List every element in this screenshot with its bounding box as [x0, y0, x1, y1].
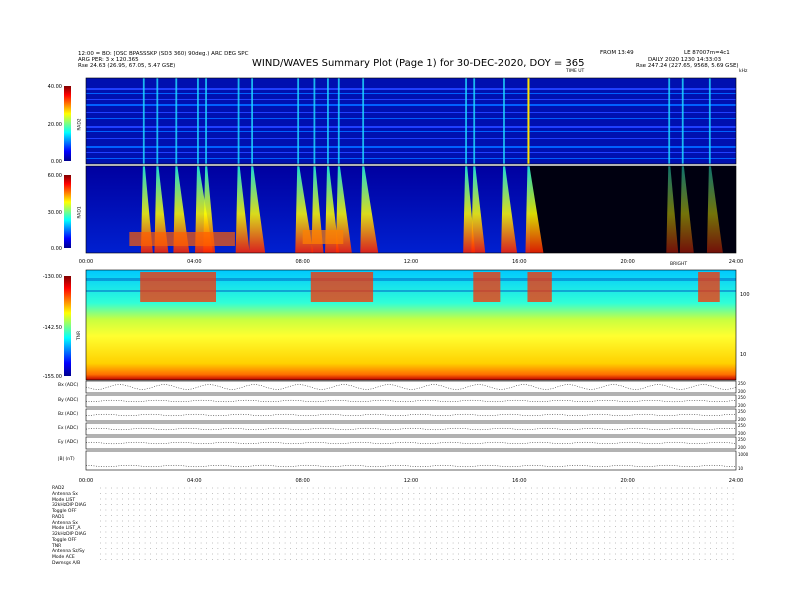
rad2-burst-line	[251, 78, 254, 164]
tnr-burst	[140, 272, 216, 302]
rad2-band	[86, 93, 736, 94]
rad2-band	[86, 152, 736, 153]
time-tick-label: 20:00	[620, 259, 634, 265]
rad1-lowfreq-region	[302, 230, 344, 244]
time-tick-label: 04:00	[187, 259, 201, 265]
rad1-lowfreq-region	[129, 232, 235, 246]
rad2-burst-line	[297, 78, 300, 164]
rad2-band	[86, 131, 736, 132]
waveform-right-tick: 200	[738, 389, 746, 394]
waveform-right-tick: 1000	[738, 452, 749, 457]
time-tick-label: 08:00	[295, 259, 309, 265]
rad2-burst-line	[668, 78, 671, 164]
colorbar-tick-label: 20.00	[48, 122, 62, 128]
tnr-burst	[698, 272, 720, 302]
rad2-band	[86, 112, 736, 113]
waveform-panels	[85, 380, 737, 471]
time-tick-label: 24:00	[729, 478, 743, 484]
time-tick-label: 12:00	[404, 478, 418, 484]
rad2-burst-line	[503, 78, 505, 164]
rad2-burst-line	[142, 78, 145, 164]
tnr-burst	[310, 272, 374, 302]
waveform-panel	[85, 394, 737, 408]
waveform-panel	[85, 380, 737, 394]
waveform-panel	[85, 422, 737, 436]
time-tick-label: 00:00	[79, 478, 93, 484]
waveform-right-tick: 10	[738, 466, 744, 471]
tnr-panel	[85, 269, 737, 381]
colorbar-tick-label: 60.00	[48, 173, 62, 179]
rad2-burst-line	[473, 78, 476, 164]
waveform-right-tick: 200	[738, 403, 746, 408]
time-tick-label: 00:00	[79, 259, 93, 265]
waveform-right-tick: 200	[738, 445, 746, 450]
tnr-right-tick: 10	[740, 352, 746, 358]
waveform-right-tick: 200	[738, 417, 746, 422]
tnr-right-tick: 100	[740, 292, 750, 298]
rad2-band	[86, 88, 736, 90]
rad2-band	[86, 104, 736, 106]
rad2-burst-line	[205, 78, 207, 164]
rad2-burst-line	[337, 78, 340, 164]
rad2-burst-line	[362, 78, 365, 164]
rad2-band	[86, 158, 736, 159]
rad2-burst-line	[708, 78, 711, 164]
rad2-burst-line	[197, 78, 199, 164]
rad2-panel	[85, 77, 737, 165]
rad2-burst-line	[327, 78, 329, 164]
rad2-burst-line	[681, 78, 684, 164]
rad2-band	[86, 118, 736, 119]
colorbar-tick-label: 30.00	[48, 210, 62, 216]
rad2-strong-burst	[527, 78, 530, 164]
rad1-colorbar	[64, 175, 71, 248]
rad1-panel	[85, 165, 737, 254]
rad2-band	[86, 99, 736, 100]
colorbar-tick-label: -155.00	[43, 374, 62, 380]
waveform-right-tick: 250	[738, 409, 746, 414]
time-tick-label: 16:00	[512, 478, 526, 484]
colorbar-tick-label: 0.00	[51, 159, 62, 165]
waveform-right-tick: 250	[738, 395, 746, 400]
colorbar-tick-label: 40.00	[48, 84, 62, 90]
waveform-right-tick: 250	[738, 381, 746, 386]
rad2-burst-line	[175, 78, 178, 164]
time-tick-label: 20:00	[620, 478, 634, 484]
time-tick-label: 04:00	[187, 478, 201, 484]
summary-figure: 00:00 04:00 08:00 12:00 16:00 20:00 24:00 00:00…	[43, 77, 750, 560]
tnr-colorbar	[64, 276, 71, 376]
waveform-right-tick: 250	[738, 437, 746, 442]
rad2-burst-line	[237, 78, 240, 164]
rad2-burst-line	[156, 78, 159, 164]
rad2-colorbar	[64, 86, 71, 161]
time-tick-label: 24:00	[729, 259, 743, 265]
waveform-right-tick: 200	[738, 431, 746, 436]
time-tick-label: 12:00	[404, 259, 418, 265]
time-tick-label: 16:00	[512, 259, 526, 265]
colorbar-tick-label: -142.50	[43, 325, 62, 331]
colorbar-tick-label: -130.00	[43, 274, 62, 280]
tnr-burst	[473, 272, 501, 302]
rad2-band	[86, 138, 736, 139]
tnr-burst	[527, 272, 552, 302]
colorbar-tick-label: 0.00	[51, 246, 62, 252]
waveform-panel	[85, 436, 737, 450]
rad2-burst-line	[465, 78, 467, 164]
waveform-right-tick: 250	[738, 423, 746, 428]
waveform-panel	[85, 450, 737, 471]
time-tick-label: 08:00	[295, 478, 309, 484]
rad2-band	[86, 126, 736, 128]
rad2-band	[86, 146, 736, 148]
rad2-burst-line	[313, 78, 316, 164]
